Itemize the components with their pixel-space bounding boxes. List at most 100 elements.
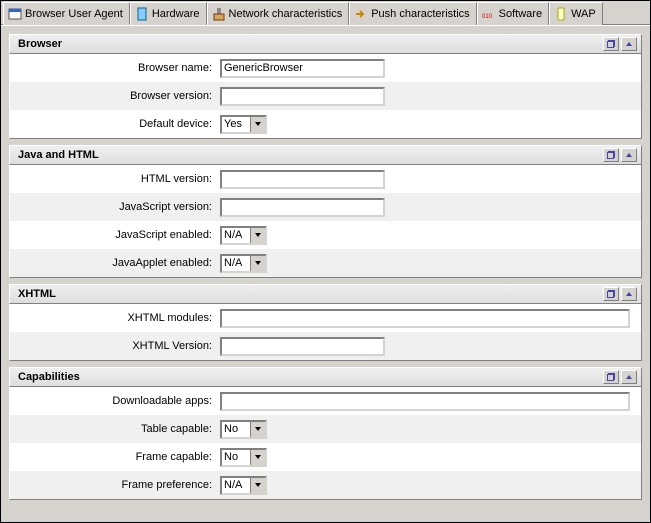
chevron-down-icon xyxy=(255,261,261,265)
row-frame-preference: Frame preference: N/A xyxy=(10,471,641,499)
section-body: HTML version: JavaScript version: JavaSc… xyxy=(9,165,642,278)
software-icon: 010 xyxy=(482,7,496,21)
input-xhtml-modules[interactable] xyxy=(220,309,630,328)
section-browser: Browser Browser name: Browser version: D… xyxy=(9,34,642,139)
tab-network[interactable]: Network characteristics xyxy=(207,2,350,25)
browser-icon xyxy=(8,7,22,21)
chevron-down-icon xyxy=(255,427,261,431)
row-xhtml-version: XHTML Version: xyxy=(10,332,641,360)
label-js-version: JavaScript version: xyxy=(10,201,220,213)
combo-table-capable[interactable]: No xyxy=(220,420,267,439)
section-body: Browser name: Browser version: Default d… xyxy=(9,54,642,139)
tab-browser-user-agent[interactable]: Browser User Agent xyxy=(3,2,130,25)
label-table-capable: Table capable: xyxy=(10,423,220,435)
label-javaapplet-enabled: JavaApplet enabled: xyxy=(10,257,220,269)
tab-label: Hardware xyxy=(152,8,200,20)
label-browser-version: Browser version: xyxy=(10,90,220,102)
push-icon xyxy=(354,7,368,21)
tab-label: WAP xyxy=(571,8,596,20)
tab-content: Browser Browser name: Browser version: D… xyxy=(1,25,650,522)
combo-button[interactable] xyxy=(250,228,265,243)
input-html-version[interactable] xyxy=(220,170,385,189)
input-js-version[interactable] xyxy=(220,198,385,217)
collapse-button[interactable] xyxy=(621,287,637,301)
combo-javaapplet-enabled[interactable]: N/A xyxy=(220,254,267,273)
collapse-button[interactable] xyxy=(621,148,637,162)
input-xhtml-version[interactable] xyxy=(220,337,385,356)
row-table-capable: Table capable: No xyxy=(10,415,641,443)
chevron-down-icon xyxy=(255,455,261,459)
chevron-up-icon xyxy=(626,292,632,296)
section-header-browser: Browser xyxy=(9,34,642,54)
row-default-device: Default device: Yes xyxy=(10,110,641,138)
row-js-version: JavaScript version: xyxy=(10,193,641,221)
restore-button[interactable] xyxy=(603,287,619,301)
combo-button[interactable] xyxy=(250,450,265,465)
combo-frame-preference[interactable]: N/A xyxy=(220,476,267,495)
section-header-xhtml: XHTML xyxy=(9,284,642,304)
section-title: Capabilities xyxy=(18,371,601,383)
restore-icon xyxy=(607,40,615,48)
label-js-enabled: JavaScript enabled: xyxy=(10,229,220,241)
combo-text: N/A xyxy=(222,228,250,243)
combo-button[interactable] xyxy=(250,256,265,271)
row-js-enabled: JavaScript enabled: N/A xyxy=(10,221,641,249)
row-browser-name: Browser name: xyxy=(10,54,641,82)
section-header-java: Java and HTML xyxy=(9,145,642,165)
row-javaapplet-enabled: JavaApplet enabled: N/A xyxy=(10,249,641,277)
label-xhtml-modules: XHTML modules: xyxy=(10,312,220,324)
combo-js-enabled[interactable]: N/A xyxy=(220,226,267,245)
restore-icon xyxy=(607,151,615,159)
tab-label: Browser User Agent xyxy=(25,8,123,20)
restore-button[interactable] xyxy=(603,37,619,51)
hardware-icon xyxy=(135,7,149,21)
tab-push[interactable]: Push characteristics xyxy=(349,2,476,25)
section-title: Browser xyxy=(18,38,601,50)
chevron-down-icon xyxy=(255,122,261,126)
section-title: XHTML xyxy=(18,288,601,300)
chevron-down-icon xyxy=(255,233,261,237)
wap-icon xyxy=(554,7,568,21)
row-xhtml-modules: XHTML modules: xyxy=(10,304,641,332)
restore-icon xyxy=(607,373,615,381)
tab-wap[interactable]: WAP xyxy=(549,2,603,25)
tab-bar: Browser User Agent Hardware Network char… xyxy=(1,1,650,25)
section-xhtml: XHTML XHTML modules: XHTML Version: xyxy=(9,284,642,361)
collapse-button[interactable] xyxy=(621,370,637,384)
tab-hardware[interactable]: Hardware xyxy=(130,2,207,25)
combo-button[interactable] xyxy=(250,478,265,493)
chevron-down-icon xyxy=(255,483,261,487)
combo-default-device[interactable]: Yes xyxy=(220,115,267,134)
combo-button[interactable] xyxy=(250,117,265,132)
label-html-version: HTML version: xyxy=(10,173,220,185)
row-browser-version: Browser version: xyxy=(10,82,641,110)
label-xhtml-version: XHTML Version: xyxy=(10,340,220,352)
input-downloadable-apps[interactable] xyxy=(220,392,630,411)
chevron-up-icon xyxy=(626,42,632,46)
tab-software[interactable]: 010 Software xyxy=(477,2,549,25)
section-capabilities: Capabilities Downloadable apps: Table ca… xyxy=(9,367,642,500)
chevron-up-icon xyxy=(626,375,632,379)
collapse-button[interactable] xyxy=(621,37,637,51)
restore-icon xyxy=(607,290,615,298)
label-default-device: Default device: xyxy=(10,118,220,130)
label-browser-name: Browser name: xyxy=(10,62,220,74)
tab-label: Push characteristics xyxy=(371,8,469,20)
tab-label: Software xyxy=(499,8,542,20)
section-header-caps: Capabilities xyxy=(9,367,642,387)
chevron-up-icon xyxy=(626,153,632,157)
label-downloadable-apps: Downloadable apps: xyxy=(10,395,220,407)
row-frame-capable: Frame capable: No xyxy=(10,443,641,471)
restore-button[interactable] xyxy=(603,370,619,384)
combo-text: Yes xyxy=(222,117,250,132)
row-downloadable-apps: Downloadable apps: xyxy=(10,387,641,415)
network-icon xyxy=(212,7,226,21)
combo-button[interactable] xyxy=(250,422,265,437)
svg-text:010: 010 xyxy=(482,14,493,20)
restore-button[interactable] xyxy=(603,148,619,162)
combo-frame-capable[interactable]: No xyxy=(220,448,267,467)
combo-text: No xyxy=(222,422,250,437)
combo-text: N/A xyxy=(222,256,250,271)
input-browser-version[interactable] xyxy=(220,87,385,106)
input-browser-name[interactable] xyxy=(220,59,385,78)
